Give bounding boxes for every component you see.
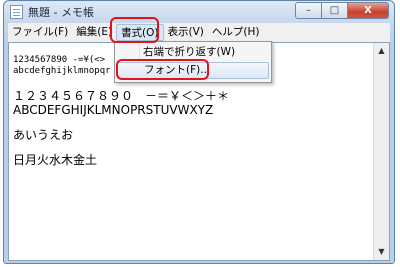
scroll-up-icon[interactable]: ▲: [374, 43, 389, 59]
text-line: ABCDEFGHIJKLMNOPRSTUVWXYZ: [13, 103, 214, 117]
close-button[interactable]: X: [347, 2, 389, 19]
maximize-button[interactable]: □: [321, 2, 347, 19]
minimize-button[interactable]: –: [295, 2, 321, 19]
text-line: あいうえお: [13, 128, 74, 142]
notepad-icon: [10, 5, 23, 19]
highlight-format-menu: [110, 17, 159, 43]
window-title: 無題 - メモ帳: [28, 6, 94, 19]
title-bar[interactable]: 無題 - メモ帳 – □ X: [4, 1, 394, 23]
text-line: １２３４５６７８９０ －＝￥＜＞＋＊: [13, 89, 230, 103]
scroll-down-icon[interactable]: ▼: [374, 244, 389, 260]
vertical-scrollbar[interactable]: ▲ ▼: [373, 43, 389, 260]
highlight-font-item: [116, 59, 209, 80]
menu-help[interactable]: ヘルプ(H): [208, 24, 264, 41]
text-line: 日月火水木金土: [13, 153, 98, 167]
notepad-window: 無題 - メモ帳 – □ X ファイル(F) 編集(E) 書式(O) 表示(V)…: [3, 0, 395, 264]
menu-bar: ファイル(F) 編集(E) 書式(O) 表示(V) ヘルプ(H): [8, 23, 390, 42]
menu-view[interactable]: 表示(V): [164, 24, 208, 41]
menu-file[interactable]: ファイル(F): [8, 24, 72, 41]
